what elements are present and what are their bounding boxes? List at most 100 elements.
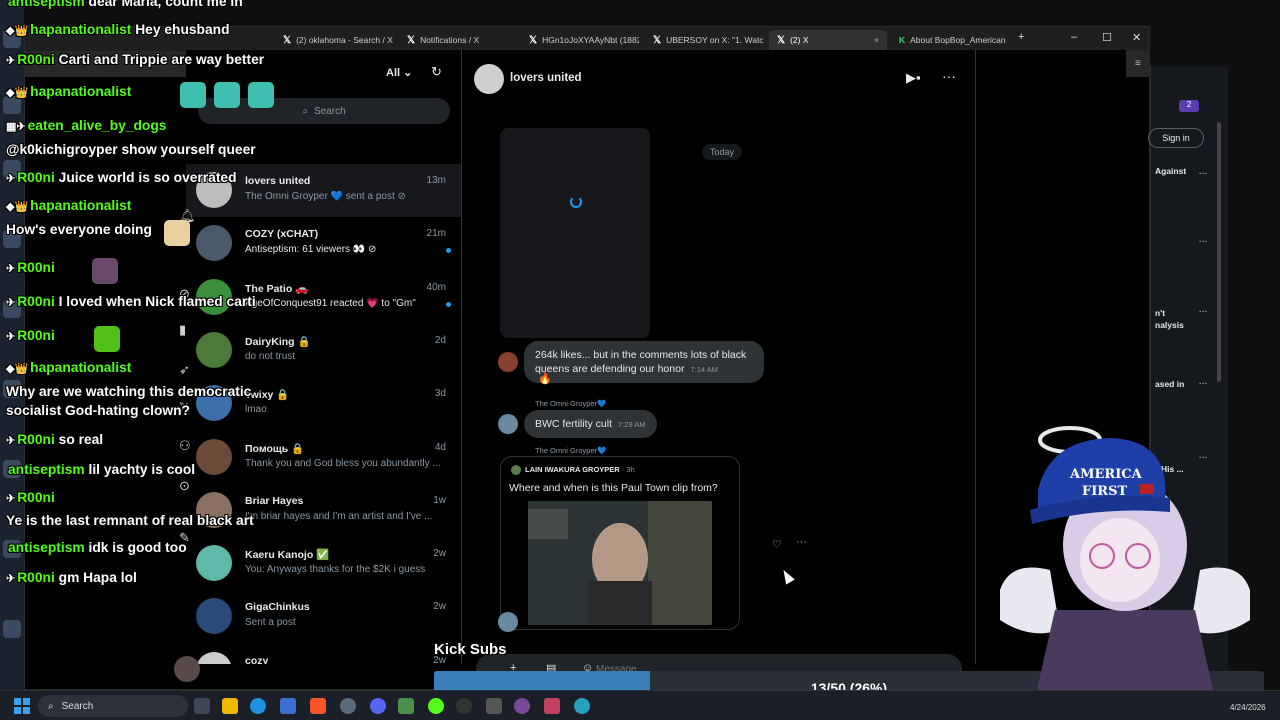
tab[interactable]: 𝕏 HGn1oJoXYAAyNbt (1882 — [521, 30, 639, 50]
trend-more-icon[interactable]: ··· — [1199, 168, 1208, 178]
filter-label: All — [386, 67, 401, 79]
obs-icon[interactable] — [3, 620, 21, 638]
tab[interactable]: 𝕏 Notifications / X — [399, 30, 517, 50]
app-icon[interactable] — [514, 698, 530, 714]
account-avatar[interactable] — [174, 656, 200, 682]
quoted-post-image[interactable] — [528, 501, 712, 625]
obs-icon[interactable] — [456, 698, 472, 714]
add-reaction-icon[interactable]: ♡ — [772, 538, 782, 551]
chat-username[interactable]: R00ni — [17, 52, 55, 67]
store-icon[interactable] — [280, 698, 296, 714]
notification-badge[interactable]: 2 — [1179, 100, 1199, 112]
new-tab-button[interactable]: + — [1018, 31, 1024, 43]
chat-username[interactable]: antiseptism — [8, 0, 85, 9]
chat-username[interactable]: hapanationalist — [30, 84, 131, 99]
app-icon[interactable] — [486, 698, 502, 714]
trend-label[interactable]: Against — [1155, 166, 1186, 176]
app-icon[interactable] — [574, 698, 590, 714]
chat-username[interactable]: eaten_alive_by_dogs — [28, 118, 167, 133]
chat-username[interactable]: antiseptism — [8, 540, 85, 555]
chat-username[interactable]: R00ni — [17, 170, 55, 185]
chat-username[interactable]: R00ni — [17, 294, 55, 309]
face — [1080, 518, 1160, 602]
edge-icon[interactable] — [250, 698, 266, 714]
task-view-icon[interactable] — [194, 698, 210, 714]
trend-label[interactable]: nalysis — [1155, 320, 1184, 330]
dm-thread-row[interactable]: cozy2wReacted 😡 to "alright guys I'm rea… — [186, 644, 461, 664]
chat-username[interactable]: R00ni — [17, 328, 55, 343]
message-time: 7:29 AM — [618, 420, 646, 429]
sender-avatar[interactable] — [498, 612, 518, 632]
sender-avatar[interactable] — [498, 352, 518, 372]
chat-username[interactable]: hapanationalist — [30, 22, 131, 37]
more-options-icon[interactable]: ··· — [942, 68, 956, 84]
loading-spinner-icon — [570, 196, 582, 208]
taskbar-date[interactable]: 4/24/2026 — [1230, 703, 1266, 712]
message-more-icon[interactable]: ··· — [796, 536, 807, 548]
message-reaction[interactable]: 🔥 — [538, 372, 552, 385]
filter-dropdown[interactable]: All ⌄ — [386, 66, 412, 79]
chat-emote-icon — [214, 82, 240, 108]
stream-chat-overlay: antiseptism dear Maria, count me in ◆👑 hap… — [0, 0, 300, 600]
scrollbar[interactable] — [1217, 122, 1221, 382]
sender-avatar[interactable] — [498, 414, 518, 434]
minimize-button[interactable]: – — [1071, 31, 1077, 43]
trend-more-icon[interactable]: ··· — [1199, 306, 1208, 316]
chat-message: antiseptism lil yachty is cool — [6, 462, 195, 477]
hat-text-line1: AMERICA — [1069, 467, 1143, 482]
trend-more-icon[interactable]: ··· — [1199, 236, 1208, 246]
app-icon[interactable] — [398, 698, 414, 714]
app-icon[interactable] — [544, 698, 560, 714]
chat-username[interactable]: antiseptism — [8, 462, 85, 477]
media-placeholder[interactable] — [500, 128, 650, 338]
chat-username[interactable]: hapanationalist — [30, 360, 131, 375]
taskbar-search[interactable]: ⌕ Search — [38, 695, 188, 717]
chat-message: @k0kichigroyper show yourself queer — [6, 142, 256, 157]
chat-text: Why are we watching this democratic — [6, 384, 252, 399]
sign-in-button[interactable]: Sign in — [1148, 128, 1204, 148]
close-window-button[interactable]: ✕ — [1132, 31, 1141, 44]
thread-time: 21m — [426, 228, 446, 240]
brave-icon[interactable] — [310, 698, 326, 714]
app-icon[interactable] — [428, 698, 444, 714]
chat-username[interactable]: R00ni — [17, 490, 55, 505]
chat-text: Ye is the last remnant of real black art — [6, 513, 254, 528]
maximize-button[interactable]: ☐ — [1102, 31, 1112, 44]
chat-username[interactable]: R00ni — [17, 432, 55, 447]
tab[interactable]: 𝕏 UBERSOY on X: "1. Watch — [645, 30, 763, 50]
chat-username[interactable]: hapanationalist — [30, 198, 131, 213]
trend-label[interactable]: n't — [1155, 308, 1165, 318]
chat-username[interactable]: R00ni — [17, 570, 55, 585]
windows-start-icon[interactable] — [14, 698, 30, 714]
refresh-icon[interactable]: ↻ — [431, 64, 442, 80]
message-bubble[interactable]: BWC fertility cult 7:29 AM — [524, 410, 657, 439]
conversation-pane: lovers united ▶▪ ··· Today 264k likes...… — [462, 50, 976, 684]
menu-icon[interactable]: ≡ — [1135, 58, 1141, 69]
tab-active[interactable]: 𝕏 (2) X × — [769, 30, 887, 50]
tab-label: Notifications / X — [420, 35, 480, 45]
chat-username[interactable]: R00ni — [17, 260, 55, 275]
discord-icon[interactable] — [370, 698, 386, 714]
settings-icon[interactable] — [340, 698, 356, 714]
thread-snippet: Sent a post — [245, 617, 296, 629]
trend-more-icon[interactable]: ··· — [1199, 378, 1208, 388]
thread-time: 40m — [426, 281, 446, 293]
message-bubble[interactable]: 264k likes... but in the comments lots o… — [524, 341, 764, 384]
file-explorer-icon[interactable] — [222, 698, 238, 714]
quoted-post[interactable]: LAIN IWAKURA GROYPER · 3h Where and when… — [500, 456, 740, 630]
thread-avatar[interactable] — [196, 651, 232, 664]
conversation-avatar[interactable] — [474, 64, 504, 94]
quoted-post-text: Where and when is this Paul Town clip fr… — [509, 482, 718, 494]
author-name: LAIN IWAKURA GROYPER — [525, 465, 620, 474]
chat-message: ✈ R00ni gm Hapa lol — [6, 570, 137, 585]
video-frame-icon — [528, 501, 712, 625]
tab[interactable]: K About BopBop_American — [891, 30, 1009, 50]
trend-label[interactable]: ased in — [1155, 379, 1184, 389]
chat-badge-icon: ✈ — [6, 573, 16, 585]
conversation-title[interactable]: lovers united — [510, 72, 582, 84]
thread-avatar[interactable] — [196, 598, 232, 635]
chat-message: Ye is the last remnant of real black art — [6, 513, 254, 528]
video-call-icon[interactable]: ▶▪ — [906, 70, 921, 86]
search-icon: ⌕ — [48, 700, 54, 712]
close-tab-icon[interactable]: × — [874, 35, 879, 45]
